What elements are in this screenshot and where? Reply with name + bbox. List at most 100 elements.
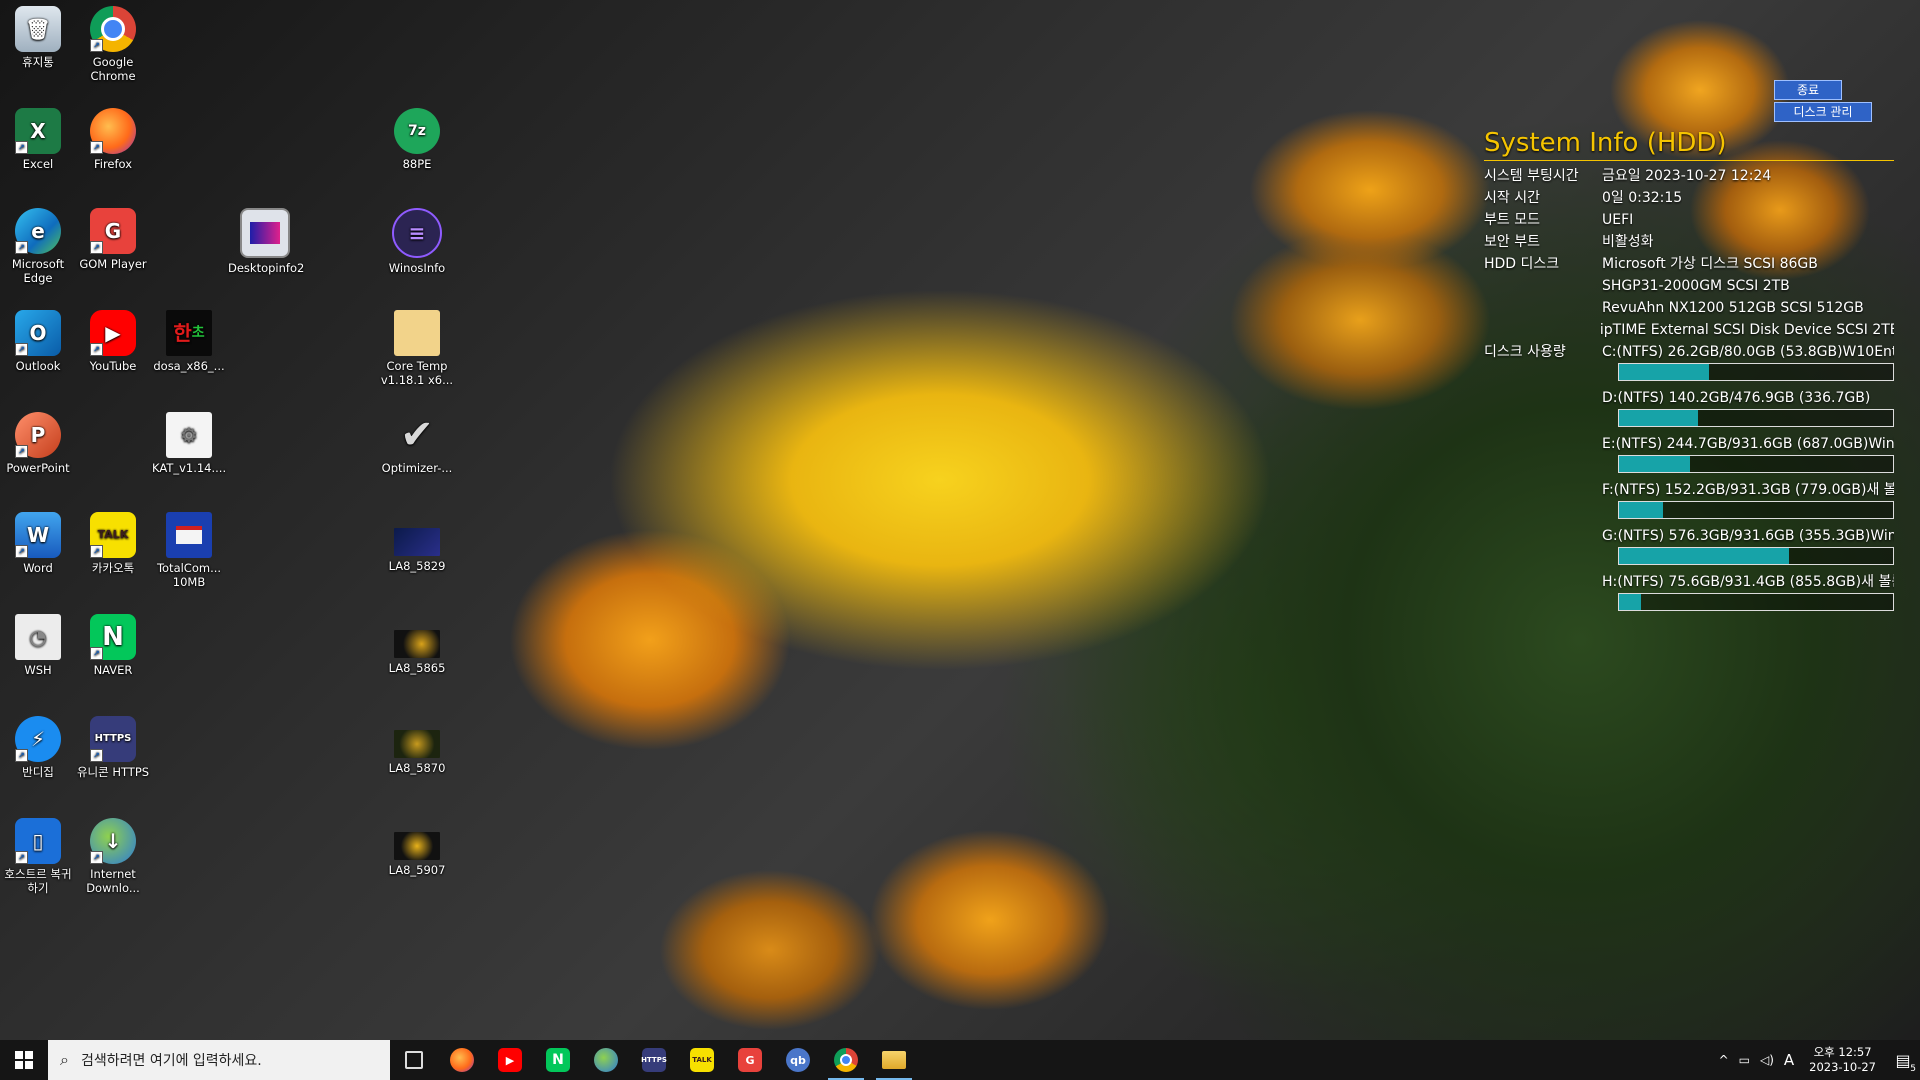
disk-usage-bar [1618,455,1894,473]
disk-entry-f: F:(NTFS) 152.2GB/931.3GB (779.0GB)새 볼륨 [1602,479,1894,519]
desktop-icon-bandizip[interactable]: ⚡ ↗ 반디집 [1,716,75,779]
ime-indicator[interactable]: A [1784,1051,1794,1069]
image-icon [394,730,440,758]
idm-icon: ↓ ↗ [90,818,136,864]
icon-label: Microsoft Edge [11,257,65,285]
disk-label: E:(NTFS) 244.7GB/931.6GB (687.0GB)WinTo [1602,436,1894,452]
desktop-icon-recycle-bin[interactable]: 🗑 휴지통 [1,6,75,69]
wsh-icon: ◔ [15,614,61,660]
desktop-icon-excel[interactable]: X ↗ Excel [1,108,75,171]
desktop-icon-totalcommander[interactable]: TotalCom... 10MB [152,512,226,589]
desktop-icon-dosa[interactable]: 한초 dosa_x86_... [152,310,226,373]
info-value: 금요일 2023-10-27 12:24 [1602,168,1772,184]
desktop-icon-la8-5870[interactable]: LA8_5870 [380,730,454,775]
desktop-icon-core-temp[interactable]: Core Temp v1.18.1 x6... [380,310,454,387]
taskbar-youtube[interactable]: ▶ [486,1040,534,1080]
info-value: ipTIME External SCSI Disk Device SCSI 2T… [1599,322,1894,338]
desktop-icon-internet-download-manager[interactable]: ↓ ↗ Internet Downlo... [76,818,150,895]
search-icon: ⌕ [60,1050,69,1069]
hosts-restore-icon: ▯ ↗ [15,818,61,864]
taskbar-idm[interactable] [582,1040,630,1080]
icon-label: dosa_x86_... [153,359,225,373]
disk-entry-c: C:(NTFS) 26.2GB/80.0GB (53.8GB)W10EntS6 [1602,341,1894,381]
icon-label: LA8_5870 [388,761,446,775]
kat-icon: ⚙ [166,412,212,458]
desktop-icon-outlook[interactable]: O ↗ Outlook [1,310,75,373]
image-icon [394,832,440,860]
info-row-secure-boot: 보안 부트 비활성화 [1484,231,1894,253]
desktop-icon-la8-5907[interactable]: LA8_5907 [380,832,454,877]
taskbar-gom-player[interactable]: G [726,1040,774,1080]
taskbar-task-view[interactable] [390,1040,438,1080]
outlook-icon: O ↗ [15,310,61,356]
desktop-icon-powerpoint[interactable]: P ↗ PowerPoint [1,412,75,475]
exit-button[interactable]: 종료 [1774,80,1842,100]
volume-icon[interactable]: ◁) [1760,1053,1774,1067]
naver-icon: N ↗ [90,614,136,660]
icon-label: 88PE [402,157,432,171]
taskbar-chrome[interactable] [822,1040,870,1080]
disk-usage-bar [1618,409,1894,427]
desktop-icon-desktopinfo2[interactable]: Desktopinfo2 [228,208,304,275]
disk-label: C:(NTFS) 26.2GB/80.0GB (53.8GB)W10EntS6 [1602,344,1894,360]
icon-label: LA8_5829 [388,559,446,573]
taskbar-firefox[interactable] [438,1040,486,1080]
icon-label: 반디집 [22,765,54,779]
chrome-icon: ↗ [90,6,136,52]
image-icon [394,630,440,658]
desktop-icon-winosinfo[interactable]: ≡ WinosInfo [380,208,454,275]
info-key [1484,275,1602,297]
start-button[interactable] [0,1040,48,1080]
system-info-panel: System Info (HDD) 시스템 부팅시간 금요일 2023-10-2… [1484,128,1894,617]
desktop-icon-naver[interactable]: N ↗ NAVER [76,614,150,677]
disk-usage-fill [1619,548,1789,564]
chrome-icon [834,1048,858,1072]
disk-entry-g: G:(NTFS) 576.3GB/931.6GB (355.3GB)WinTc [1602,525,1894,565]
desktop-icon-optimizer[interactable]: ✔ Optimizer-... [380,412,454,475]
naver-icon: N [546,1048,570,1072]
disk-usage-fill [1619,456,1691,472]
desktop-icon-youtube[interactable]: ▶ ↗ YouTube [76,310,150,373]
desktop-icon-unicorn-https[interactable]: HTTPS ↗ 유니콘 HTTPS [76,716,150,779]
floppy-icon [166,512,212,558]
taskbar-qbittorrent[interactable]: qb [774,1040,822,1080]
desktopinfo-icon [240,208,290,258]
desktop-icon-kat[interactable]: ⚙ KAT_v1.14.... [152,412,226,475]
taskbar-search-box[interactable]: ⌕ 검색하려면 여기에 입력하세요. [48,1040,390,1080]
taskbar-kakaotalk[interactable]: TALK [678,1040,726,1080]
info-row-hdd-disk-3: RevuAhn NX1200 512GB SCSI 512GB [1484,297,1894,319]
taskbar-unicorn-https[interactable]: HTTPS [630,1040,678,1080]
disk-entry-h: H:(NTFS) 75.6GB/931.4GB (855.8GB)새 볼륨 [1602,571,1894,611]
chevron-up-icon[interactable]: ^ [1719,1053,1729,1067]
disk-usage-fill [1619,410,1699,426]
desktop-icon-gom-player[interactable]: G ↗ GOM Player [76,208,150,271]
desktop-icon-edge[interactable]: e ↗ Microsoft Edge [1,208,75,285]
network-icon[interactable]: ▭ [1739,1053,1750,1067]
desktop-icon-google-chrome[interactable]: ↗ Google Chrome [76,6,150,83]
desktop-icon-hosts-restore[interactable]: ▯ ↗ 호스트르 복귀하기 [1,818,75,895]
info-key: 부트 모드 [1484,212,1540,228]
desktop-icon-wsh[interactable]: ◔ WSH [1,614,75,677]
icon-label: Google Chrome [90,55,136,83]
disk-entry-e: E:(NTFS) 244.7GB/931.6GB (687.0GB)WinTo [1602,433,1894,473]
desktop-icon-word[interactable]: W ↗ Word [1,512,75,575]
taskbar-file-explorer[interactable] [870,1040,918,1080]
clock[interactable]: 오후 12:57 2023-10-27 [1809,1045,1876,1075]
icon-label: KAT_v1.14.... [152,461,227,475]
taskbar: ⌕ 검색하려면 여기에 입력하세요. ▶ N HTTPS TALK G qb ^… [0,1040,1920,1080]
taskbar-naver[interactable]: N [534,1040,582,1080]
desktop-icon-kakaotalk[interactable]: TALK ↗ 카카오톡 [76,512,150,575]
disk-entry-d: D:(NTFS) 140.2GB/476.9GB (336.7GB) [1602,387,1894,427]
info-row-hdd-disk-4: ipTIME External SCSI Disk Device SCSI 2T… [1484,319,1894,341]
desktop-icon-firefox[interactable]: ↗ Firefox [76,108,150,171]
info-row-hdd-disk-2: SHGP31-2000GM SCSI 2TB [1484,275,1894,297]
disk-manage-button[interactable]: 디스크 관리 [1774,102,1872,122]
desktop-icon-la8-5865[interactable]: LA8_5865 [380,630,454,675]
desktop-icon-la8-5829[interactable]: LA8_5829 [380,528,454,573]
icon-label: WSH [24,663,52,677]
notification-center-button[interactable]: ▤ 5 [1886,1040,1920,1080]
disk-usage-bar [1618,593,1894,611]
icon-label: TotalCom... 10MB [156,561,222,589]
desktop-icon-88pe[interactable]: 7z 88PE [380,108,454,171]
icon-label: Internet Downlo... [86,867,140,895]
